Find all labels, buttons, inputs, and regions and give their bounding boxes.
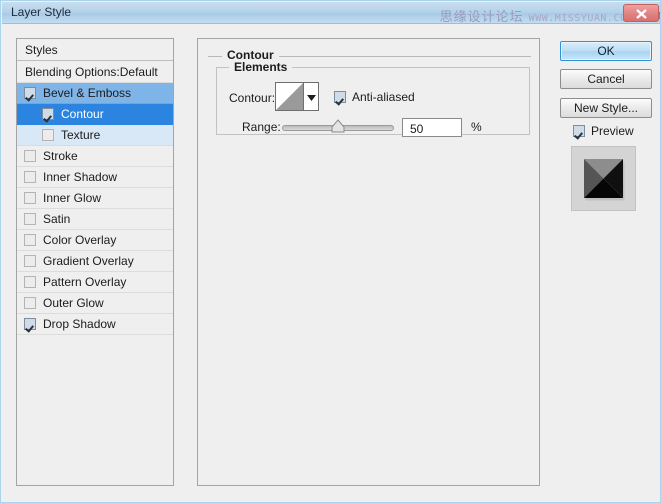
layer-effect-row[interactable]: Gradient Overlay xyxy=(17,251,173,272)
preview-label: Preview xyxy=(591,124,634,138)
layer-effect-row[interactable]: Texture xyxy=(17,125,173,146)
contour-field-label: Contour: xyxy=(229,91,275,105)
layer-effect-label: Contour xyxy=(61,107,104,121)
layer-effect-row[interactable]: Inner Shadow xyxy=(17,167,173,188)
contour-dropdown-button[interactable] xyxy=(304,82,319,111)
contour-group-title: Contour xyxy=(222,48,279,62)
close-x-icon xyxy=(635,8,648,20)
layer-effect-row[interactable]: Outer Glow xyxy=(17,293,173,314)
chevron-down-icon xyxy=(307,95,316,101)
layer-effect-label: Inner Glow xyxy=(43,191,101,205)
layer-effects-list: Bevel & Emboss Contour Texture Stroke Inner … xyxy=(17,83,173,335)
layer-effect-row[interactable]: Pattern Overlay xyxy=(17,272,173,293)
cancel-button[interactable]: Cancel xyxy=(560,69,652,89)
window-titlebar[interactable]: Layer Style 思缘设计论坛 WWW.MISSYUAN.COM N.CO… xyxy=(2,2,661,24)
layer-effect-checkbox[interactable] xyxy=(24,276,36,288)
layer-effect-label: Gradient Overlay xyxy=(43,254,134,268)
range-slider-thumb[interactable] xyxy=(331,119,345,133)
layer-effect-label: Color Overlay xyxy=(43,233,116,247)
anti-aliased-checkbox[interactable] xyxy=(334,91,346,103)
contour-curve-swatch[interactable] xyxy=(275,82,304,111)
layer-effect-checkbox[interactable] xyxy=(24,213,36,225)
layer-effect-checkbox[interactable] xyxy=(24,171,36,183)
preview-checkbox[interactable] xyxy=(573,125,585,137)
layer-style-dialog: Layer Style 思缘设计论坛 WWW.MISSYUAN.COM N.CO… xyxy=(0,0,661,503)
styles-panel-header: Styles xyxy=(17,39,173,61)
layer-effect-label: Inner Shadow xyxy=(43,170,117,184)
close-button[interactable] xyxy=(623,4,659,22)
range-value-field[interactable] xyxy=(402,118,462,137)
contour-curve-swatch-icon xyxy=(276,83,303,110)
layer-effect-checkbox[interactable] xyxy=(24,318,36,330)
contour-group: Contour Elements Contour: xyxy=(208,49,531,139)
layer-effect-label: Texture xyxy=(61,128,100,142)
layer-effect-label: Bevel & Emboss xyxy=(43,86,131,100)
layer-effect-checkbox[interactable] xyxy=(42,129,54,141)
contour-settings-panel: Contour Elements Contour: xyxy=(197,38,540,486)
layer-effect-label: Satin xyxy=(43,212,70,226)
ok-button[interactable]: OK xyxy=(560,41,652,61)
layer-effect-label: Stroke xyxy=(43,149,78,163)
layer-effect-checkbox[interactable] xyxy=(24,255,36,267)
layer-effect-checkbox[interactable] xyxy=(42,108,54,120)
watermark-chinese-text: 思缘设计论坛 xyxy=(440,6,524,25)
layer-effect-label: Outer Glow xyxy=(43,296,104,310)
layer-effect-checkbox[interactable] xyxy=(24,87,36,99)
layer-effect-checkbox[interactable] xyxy=(24,192,36,204)
elements-group: Elements Contour: Anti-aliased xyxy=(216,67,530,135)
layer-effect-row[interactable]: Inner Glow xyxy=(17,188,173,209)
layer-effect-row[interactable]: Drop Shadow xyxy=(17,314,173,335)
layer-effect-row[interactable]: Contour xyxy=(17,104,173,125)
layer-effect-row[interactable]: Color Overlay xyxy=(17,230,173,251)
preview-thumbnail xyxy=(571,146,636,211)
layer-effect-checkbox[interactable] xyxy=(24,234,36,246)
watermark-url-text: WWW.MISSYUAN.COM xyxy=(529,13,633,24)
bevel-emboss-preview-thumbnail-icon xyxy=(572,147,635,210)
styles-header-label: Styles xyxy=(25,43,58,57)
layer-effect-label: Drop Shadow xyxy=(43,317,116,331)
blending-options-row[interactable]: Blending Options:Default xyxy=(17,61,173,83)
window-title: Layer Style xyxy=(11,5,71,19)
styles-panel: Styles Blending Options:Default Bevel & … xyxy=(16,38,174,486)
new-style-button[interactable]: New Style... xyxy=(560,98,652,118)
preview-checkbox-row[interactable]: Preview xyxy=(573,124,634,138)
layer-effect-row[interactable]: Satin xyxy=(17,209,173,230)
layer-effect-row[interactable]: Bevel & Emboss xyxy=(17,83,173,104)
layer-effect-checkbox[interactable] xyxy=(24,150,36,162)
layer-effect-row[interactable]: Stroke xyxy=(17,146,173,167)
layer-effect-checkbox[interactable] xyxy=(24,297,36,309)
range-label: Range: xyxy=(242,120,281,134)
range-value-input[interactable] xyxy=(408,121,460,137)
anti-aliased-label: Anti-aliased xyxy=(352,90,415,104)
range-percent-label: % xyxy=(471,120,482,134)
layer-effect-label: Pattern Overlay xyxy=(43,275,126,289)
anti-aliased-checkbox-row[interactable]: Anti-aliased xyxy=(334,90,415,104)
forum-watermark: 思缘设计论坛 WWW.MISSYUAN.COM xyxy=(440,6,633,25)
blending-options-label: Blending Options:Default xyxy=(25,65,158,79)
elements-group-title: Elements xyxy=(229,60,292,74)
